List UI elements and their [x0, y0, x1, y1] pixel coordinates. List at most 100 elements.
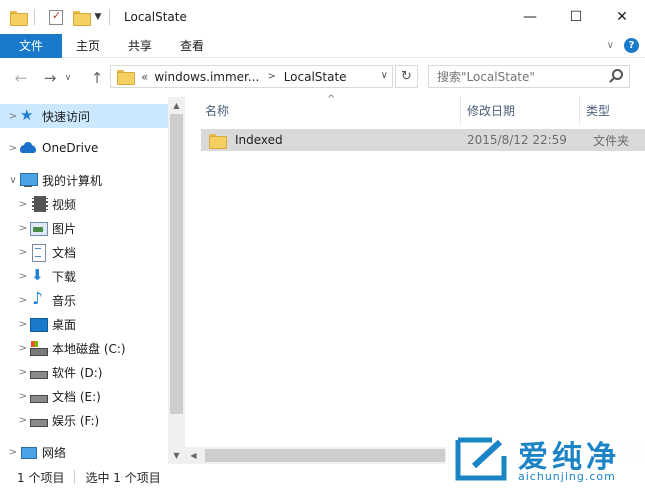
expand-icon[interactable]: >: [16, 247, 30, 258]
forward-button[interactable]: →: [39, 67, 61, 89]
nav-item-music[interactable]: > 音乐: [0, 288, 168, 312]
file-type: 文件夹: [593, 133, 630, 148]
expand-icon[interactable]: >: [16, 199, 30, 210]
navigation-pane: > 快速访问 > OneDrive ∨ 我的计算机 > 视频 > 图片 > 文档…: [0, 97, 185, 464]
nav-item-label: 图片: [52, 221, 77, 236]
nav-item-videos[interactable]: > 视频: [0, 192, 168, 216]
file-row[interactable]: Indexed 2015/8/12 22:59 文件夹: [201, 129, 645, 151]
window-controls: — ☐ ✕: [507, 0, 645, 34]
properties-icon[interactable]: [49, 9, 63, 25]
nav-item-drive-e[interactable]: > 文档 (E:): [0, 384, 168, 408]
selected-count: 选中 1 个项目: [85, 470, 161, 485]
watermark-site-text: aichunjing.com: [518, 470, 616, 483]
cloud-icon: [20, 140, 36, 156]
nav-item-this-pc[interactable]: ∨ 我的计算机: [0, 168, 168, 192]
expand-icon[interactable]: >: [16, 415, 30, 426]
search-box[interactable]: [428, 65, 630, 88]
nav-item-downloads[interactable]: > 下载: [0, 264, 168, 288]
nav-item-label: 我的计算机: [42, 173, 103, 188]
expand-icon[interactable]: >: [6, 143, 20, 154]
window-title: LocalState: [124, 10, 187, 24]
up-button[interactable]: ↑: [86, 67, 108, 89]
recent-locations-icon[interactable]: ∨: [62, 67, 74, 89]
scroll-thumb[interactable]: [205, 449, 445, 462]
nav-item-label: OneDrive: [42, 141, 99, 155]
scroll-up-button[interactable]: ▲: [168, 97, 185, 114]
tab-home[interactable]: 主页: [62, 34, 114, 58]
expand-icon[interactable]: >: [6, 447, 20, 458]
expand-icon[interactable]: >: [6, 111, 20, 122]
address-bar[interactable]: « windows.immer... > LocalState ∨: [110, 65, 393, 88]
search-input[interactable]: [437, 69, 597, 84]
nav-item-drive-c[interactable]: > 本地磁盘 (C:): [0, 336, 168, 360]
column-header-date[interactable]: 修改日期: [461, 97, 580, 124]
system-drive-icon: [30, 340, 48, 356]
nav-item-quick-access[interactable]: > 快速访问: [0, 104, 168, 128]
drive-icon: [30, 388, 48, 404]
nav-item-documents[interactable]: > 文档: [0, 240, 168, 264]
nav-item-drive-d[interactable]: > 软件 (D:): [0, 360, 168, 384]
expand-ribbon-icon[interactable]: ∨: [607, 40, 614, 51]
title-divider: [109, 9, 110, 25]
customize-toolbar-dropdown-icon[interactable]: ▼: [93, 12, 103, 22]
folder-icon: [117, 70, 135, 85]
expand-icon[interactable]: >: [16, 319, 30, 330]
expand-icon[interactable]: >: [16, 343, 30, 354]
collapse-icon[interactable]: ∨: [6, 175, 20, 186]
scroll-left-button[interactable]: ◀: [185, 447, 202, 464]
documents-icon: [30, 244, 46, 262]
expand-icon[interactable]: >: [16, 367, 30, 378]
nav-vertical-scrollbar[interactable]: ▲ ▼: [168, 97, 185, 464]
scroll-down-button[interactable]: ▼: [168, 447, 185, 464]
nav-item-label: 娱乐 (F:): [52, 413, 100, 428]
ribbon-right-controls: ∨ ?: [607, 38, 639, 53]
nav-item-label: 软件 (D:): [52, 365, 103, 380]
column-header-type[interactable]: 类型: [580, 97, 645, 124]
nav-item-onedrive[interactable]: > OneDrive: [0, 136, 168, 160]
address-dropdown-icon[interactable]: ∨: [381, 70, 388, 81]
breadcrumb-item[interactable]: windows.immer...: [154, 70, 259, 84]
drive-icon: [30, 412, 48, 428]
search-icon[interactable]: [612, 69, 623, 80]
nav-item-label: 文档: [52, 245, 77, 260]
new-folder-icon[interactable]: [73, 10, 91, 26]
nav-item-drive-f[interactable]: > 娱乐 (F:): [0, 408, 168, 432]
close-button[interactable]: ✕: [599, 0, 645, 34]
nav-item-network[interactable]: > 网络: [0, 440, 168, 464]
file-name: Indexed: [235, 133, 283, 147]
refresh-button[interactable]: ↻: [395, 65, 418, 88]
tab-file[interactable]: 文件: [0, 33, 62, 58]
status-divider: [74, 470, 76, 484]
scroll-thumb[interactable]: [170, 114, 183, 414]
expand-icon[interactable]: >: [16, 391, 30, 402]
item-count: 1 个项目: [17, 470, 65, 485]
drive-icon: [30, 364, 48, 380]
back-button[interactable]: ←: [10, 67, 32, 89]
network-icon: [20, 444, 37, 460]
maximize-button[interactable]: ☐: [553, 0, 599, 34]
nav-item-label: 桌面: [52, 317, 77, 332]
breadcrumb-separator-icon[interactable]: >: [267, 71, 275, 82]
nav-item-pictures[interactable]: > 图片: [0, 216, 168, 240]
computer-icon: [20, 172, 38, 188]
folder-icon[interactable]: [10, 10, 28, 26]
expand-icon[interactable]: >: [16, 223, 30, 234]
nav-item-label: 本地磁盘 (C:): [52, 341, 126, 356]
expand-icon[interactable]: >: [16, 271, 30, 282]
minimize-button[interactable]: —: [507, 0, 553, 34]
expand-icon[interactable]: >: [16, 295, 30, 306]
help-icon[interactable]: ?: [624, 38, 639, 53]
nav-item-label: 下载: [52, 269, 77, 284]
folder-icon: [209, 133, 227, 149]
pictures-icon: [30, 220, 48, 236]
column-header-name[interactable]: 名称: [199, 97, 461, 124]
address-row: ← → ∨ ↑ « windows.immer... > LocalState …: [0, 59, 645, 97]
breadcrumb-item[interactable]: LocalState: [284, 70, 347, 84]
tab-view[interactable]: 查看: [166, 34, 218, 58]
nav-item-desktop[interactable]: > 桌面: [0, 312, 168, 336]
ribbon-tabs: 文件 主页 共享 查看 ∨ ?: [0, 33, 645, 58]
breadcrumb-overflow[interactable]: «: [141, 70, 148, 84]
nav-item-label: 音乐: [52, 293, 77, 308]
tab-share[interactable]: 共享: [114, 34, 166, 58]
download-icon: [30, 266, 46, 284]
